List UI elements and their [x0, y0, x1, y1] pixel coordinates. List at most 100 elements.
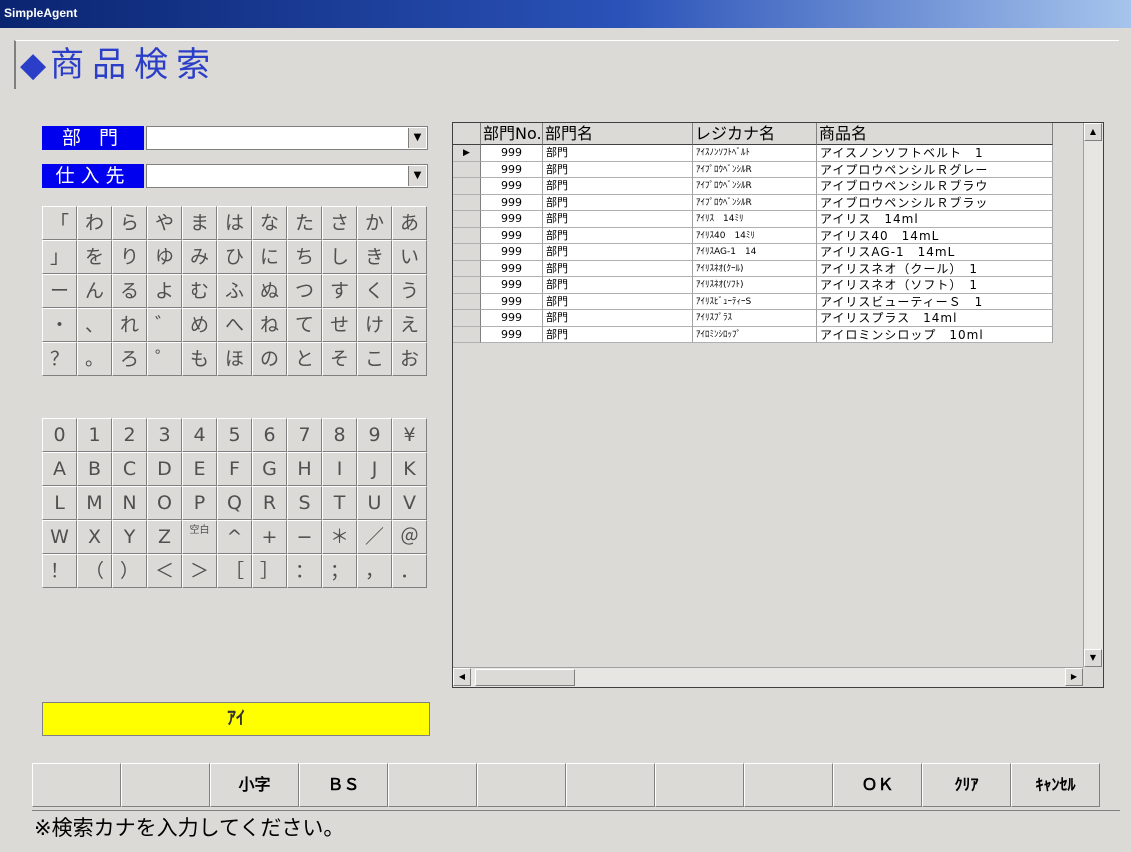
kana-key[interactable]: ひ	[217, 240, 252, 274]
kana-key[interactable]: ほ	[217, 342, 252, 376]
kana-key[interactable]: せ	[322, 308, 357, 342]
alnum-key[interactable]: V	[392, 486, 427, 520]
dept-name-cell[interactable]: 部門	[543, 227, 693, 244]
alnum-key[interactable]: F	[217, 452, 252, 486]
product-name-cell[interactable]: アイリス40 14mL	[817, 227, 1053, 244]
alnum-key[interactable]: ¥	[392, 418, 427, 452]
alnum-key[interactable]: S	[287, 486, 322, 520]
dept-no-cell[interactable]: 999	[481, 310, 543, 327]
kana-key[interactable]: る	[112, 274, 147, 308]
scroll-thumb[interactable]	[475, 669, 575, 686]
table-row[interactable]: ▶ 999 部門 ｱｲｽﾉﾝｿﾌﾄﾍﾞﾙﾄ アイスノンソフトベルト 1	[453, 145, 1053, 162]
kana-cell[interactable]: ｱｲﾌﾟﾛｳﾍﾞﾝｼﾙR	[693, 161, 817, 178]
row-header[interactable]	[453, 211, 481, 228]
alnum-key[interactable]: 8	[322, 418, 357, 452]
dept-no-cell[interactable]: 999	[481, 244, 543, 261]
kana-key[interactable]: か	[357, 206, 392, 240]
product-name-cell[interactable]: アイリスネオ（クール） 1	[817, 260, 1053, 277]
dept-no-cell[interactable]: 999	[481, 178, 543, 195]
kana-key[interactable]: た	[287, 206, 322, 240]
alnum-key[interactable]: N	[112, 486, 147, 520]
alnum-key[interactable]: Y	[112, 520, 147, 554]
kana-key[interactable]: し	[322, 240, 357, 274]
alnum-key[interactable]: ＠	[392, 520, 427, 554]
scroll-up-icon[interactable]: ▲	[1084, 123, 1102, 141]
scroll-left-icon[interactable]: ◀	[453, 668, 471, 686]
product-name-cell[interactable]: アイリスビューティーＳ 1	[817, 293, 1053, 310]
table-row[interactable]: 999 部門 ｱｲﾘｽﾌﾟﾗｽ アイリスプラス 14ml	[453, 310, 1053, 327]
alnum-key[interactable]: 6	[252, 418, 287, 452]
table-row[interactable]: 999 部門 ｱｲﾌﾟﾛｳﾍﾞﾝｼﾙR アイブロウペンシルＲブラウ	[453, 178, 1053, 195]
kana-cell[interactable]: ｱｲﾘｽAG-1 14	[693, 244, 817, 261]
col-header-dept-name[interactable]: 部門名	[543, 123, 693, 145]
kana-key[interactable]: ん	[77, 274, 112, 308]
product-name-cell[interactable]: アイリスプラス 14ml	[817, 310, 1053, 327]
row-header[interactable]	[453, 244, 481, 261]
product-name-cell[interactable]: アイリスネオ（ソフト） 1	[817, 277, 1053, 294]
alnum-key[interactable]: 3	[147, 418, 182, 452]
blank-button[interactable]	[121, 763, 210, 807]
kana-key[interactable]: ゆ	[147, 240, 182, 274]
blank-button[interactable]	[566, 763, 655, 807]
dept-name-cell[interactable]: 部門	[543, 310, 693, 327]
backspace-button[interactable]: ＢＳ	[299, 763, 388, 807]
alnum-key[interactable]: J	[357, 452, 392, 486]
cancel-button[interactable]: ｷｬﾝｾﾙ	[1011, 763, 1100, 807]
blank-button[interactable]	[744, 763, 833, 807]
dept-no-cell[interactable]: 999	[481, 194, 543, 211]
dept-name-cell[interactable]: 部門	[543, 326, 693, 343]
table-row[interactable]: 999 部門 ｱｲﾘｽﾋﾞｭｰﾃｨｰS アイリスビューティーＳ 1	[453, 293, 1053, 310]
product-name-cell[interactable]: アイブロウペンシルＲブラウ	[817, 178, 1053, 195]
kana-key[interactable]: さ	[322, 206, 357, 240]
kana-key[interactable]: れ	[112, 308, 147, 342]
alnum-key[interactable]: ）	[112, 554, 147, 588]
alnum-key[interactable]: 4	[182, 418, 217, 452]
table-row[interactable]: 999 部門 ｱｲﾘｽ40 14ﾐﾘ アイリス40 14mL	[453, 227, 1053, 244]
alnum-key[interactable]: 5	[217, 418, 252, 452]
table-row[interactable]: 999 部門 ｱｲﾌﾟﾛｳﾍﾞﾝｼﾙR アイプロウペンシルＲグレー	[453, 161, 1053, 178]
kana-key[interactable]: ふ	[217, 274, 252, 308]
alnum-key[interactable]: ：	[287, 554, 322, 588]
kana-key[interactable]: ね	[252, 308, 287, 342]
alnum-key[interactable]: K	[392, 452, 427, 486]
alnum-key[interactable]: ，	[357, 554, 392, 588]
product-name-cell[interactable]: アイプロウペンシルＲグレー	[817, 161, 1053, 178]
search-kana-input[interactable]: ｱｲ	[42, 702, 430, 736]
kana-key[interactable]: ま	[182, 206, 217, 240]
supplier-select[interactable]: ▼	[146, 164, 428, 188]
alnum-key[interactable]: M	[77, 486, 112, 520]
kana-key[interactable]: り	[112, 240, 147, 274]
kana-key[interactable]: は	[217, 206, 252, 240]
alnum-key[interactable]: +	[252, 520, 287, 554]
alnum-key[interactable]: ；	[322, 554, 357, 588]
alnum-key[interactable]: I	[322, 452, 357, 486]
alnum-key[interactable]: G	[252, 452, 287, 486]
table-row[interactable]: 999 部門 ｱｲﾌﾟﾛｳﾍﾞﾝｼﾙR アイブロウペンシルＲブラッ	[453, 194, 1053, 211]
dept-no-cell[interactable]: 999	[481, 227, 543, 244]
kana-key[interactable]: も	[182, 342, 217, 376]
alnum-key[interactable]: −	[287, 520, 322, 554]
kana-key[interactable]: お	[392, 342, 427, 376]
alnum-key[interactable]: C	[112, 452, 147, 486]
scroll-right-icon[interactable]: ▶	[1065, 668, 1083, 686]
kana-key[interactable]: わ	[77, 206, 112, 240]
kana-key[interactable]: め	[182, 308, 217, 342]
row-header[interactable]	[453, 227, 481, 244]
kana-key[interactable]: い	[392, 240, 427, 274]
kana-key[interactable]: ぬ	[252, 274, 287, 308]
alnum-key[interactable]: X	[77, 520, 112, 554]
alnum-key[interactable]: ^	[217, 520, 252, 554]
product-name-cell[interactable]: アイリス 14ml	[817, 211, 1053, 228]
kana-key[interactable]: す	[322, 274, 357, 308]
kana-key[interactable]: ー	[42, 274, 77, 308]
blank-button[interactable]	[477, 763, 566, 807]
kana-key[interactable]: む	[182, 274, 217, 308]
kana-key[interactable]: ゛	[147, 308, 182, 342]
scroll-down-icon[interactable]: ▼	[1084, 649, 1102, 667]
dept-no-cell[interactable]: 999	[481, 326, 543, 343]
kana-key[interactable]: と	[287, 342, 322, 376]
kana-key[interactable]: う	[392, 274, 427, 308]
kana-key[interactable]: の	[252, 342, 287, 376]
row-header[interactable]	[453, 161, 481, 178]
alnum-key[interactable]: ／	[357, 520, 392, 554]
